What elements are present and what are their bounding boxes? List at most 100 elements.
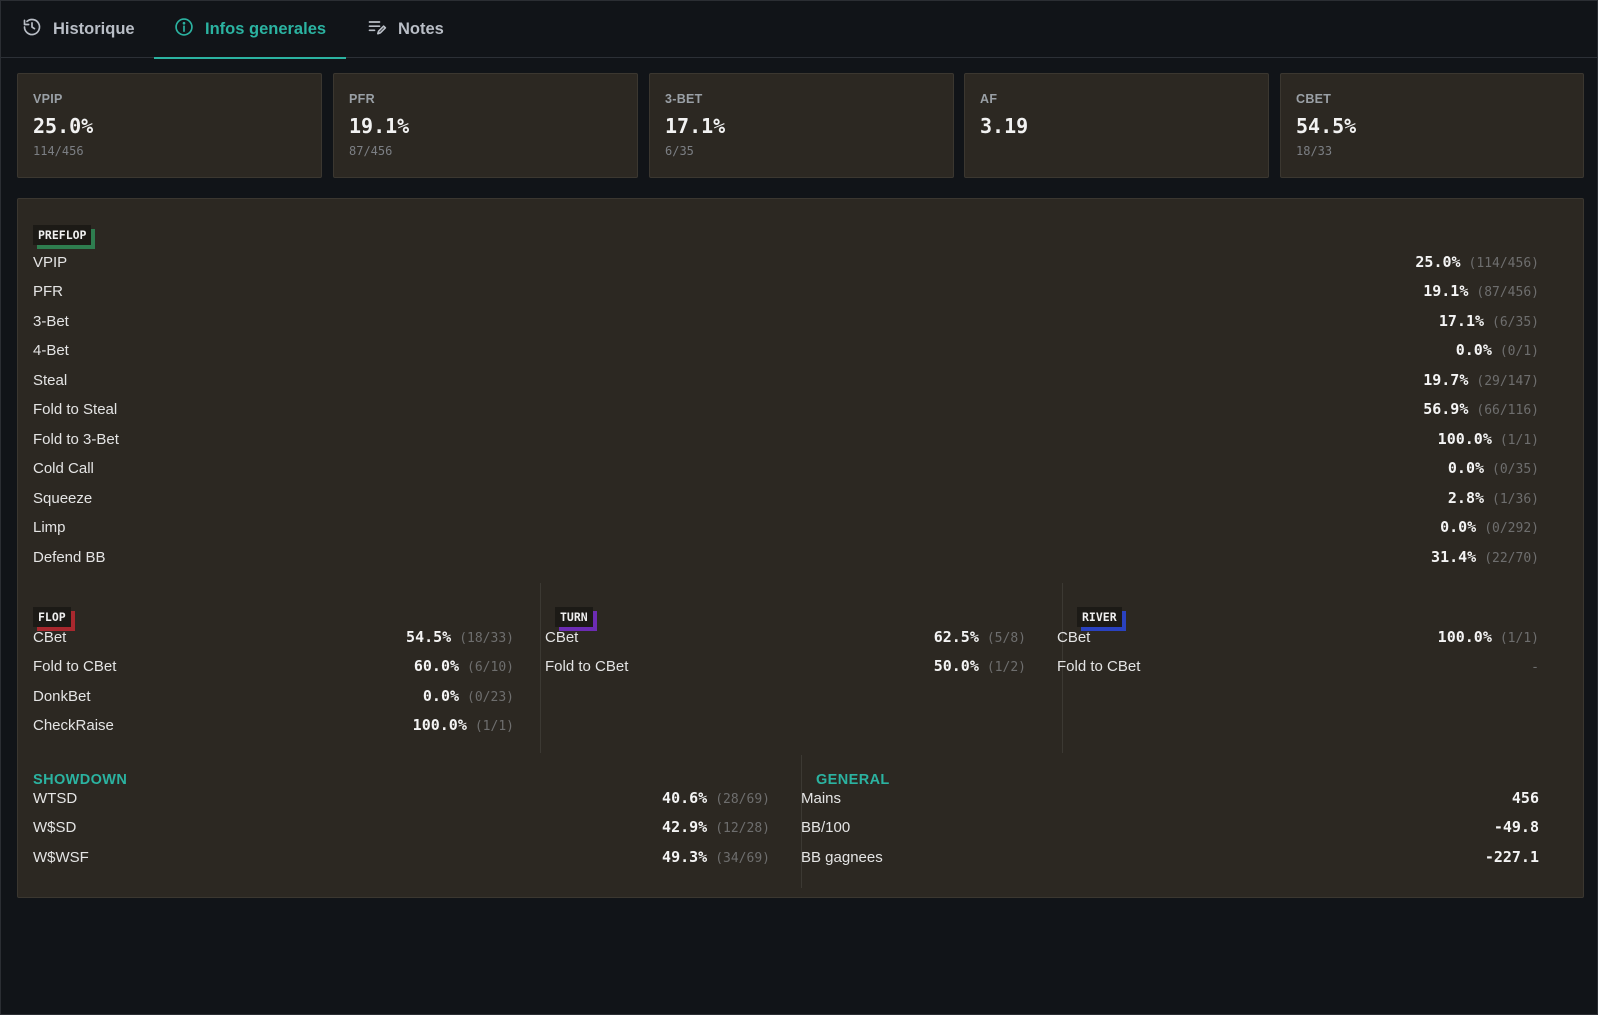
preflop-stat-row: Squeeze 2.8% (1/36): [33, 483, 1539, 513]
stat-value: 25.0%: [1415, 252, 1461, 271]
stat-value: 0.0%: [422, 686, 460, 705]
stat-fraction: (5/8): [986, 630, 1026, 646]
card-sub: 6/35: [665, 144, 694, 158]
preflop-stat-row: Fold to 3-Bet 100.0% (1/1): [33, 424, 1539, 454]
turn-stat-row: CBet 62.5% (5/8): [545, 622, 1026, 652]
stat-card-3bet: 3-BET 17.1% 6/35: [649, 73, 954, 178]
general-stat-row: BB gagnees -227.1: [801, 842, 1539, 872]
preflop-stat-row: PFR 19.1% (87/456): [33, 277, 1539, 307]
stat-card-af: AF 3.19: [964, 73, 1269, 178]
stat-value-group: 19.1% (87/456): [1423, 282, 1539, 301]
tab-notes[interactable]: Notes: [367, 1, 444, 58]
preflop-stat-row: Limp 0.0% (0/292): [33, 513, 1539, 543]
stat-value-group: 31.4% (22/70): [1431, 548, 1539, 567]
stat-fraction: (66/116): [1476, 403, 1539, 418]
card-sub: 87/456: [349, 144, 393, 158]
stat-fraction: (1/1): [1499, 630, 1539, 646]
flop-stat-row: CheckRaise 100.0% (1/1): [33, 711, 514, 741]
stat-value-group: -227.1: [1485, 848, 1539, 867]
stat-value: 31.4%: [1431, 547, 1477, 566]
stat-value: 100.0%: [412, 716, 467, 734]
tab-label: Historique: [53, 20, 135, 38]
stat-value: 17.1%: [1438, 311, 1485, 330]
stat-value: 0.0%: [1440, 518, 1477, 536]
tab-bar: Historique Infos generales Notes: [1, 1, 1598, 59]
turn-stat-row: Fold to CBet 50.0% (1/2): [545, 652, 1026, 682]
stat-name: PFR: [33, 283, 63, 300]
general-stat-row: Mains 456: [801, 783, 1539, 813]
stat-value: -49.8: [1493, 818, 1539, 836]
river-stat-row: Fold to CBet -: [1057, 652, 1539, 682]
stat-value-group: 17.1% (6/35): [1439, 312, 1539, 331]
stat-card-cbet: CBET 54.5% 18/33: [1280, 73, 1584, 178]
stat-value-group: 100.0% (1/1): [1438, 628, 1539, 647]
stat-value-group: 40.6% (28/69): [662, 789, 770, 808]
preflop-stat-row: Defend BB 31.4% (22/70): [33, 542, 1539, 572]
stat-name: Cold Call: [33, 460, 94, 477]
stat-value-group: 25.0% (114/456): [1415, 253, 1539, 272]
stat-name: Fold to CBet: [545, 658, 629, 675]
stat-value: 42.9%: [662, 818, 708, 836]
card-value: 54.5%: [1296, 114, 1357, 138]
preflop-badge: PREFLOP: [33, 225, 92, 245]
stat-card-vpip: VPIP 25.0% 114/456: [17, 73, 322, 178]
tab-historique[interactable]: Historique: [22, 1, 135, 58]
flop-stat-row: CBet 54.5% (18/33): [33, 622, 514, 652]
preflop-stat-row: Cold Call 0.0% (0/35): [33, 454, 1539, 484]
card-value: 17.1%: [665, 114, 726, 138]
tab-infos-generales[interactable]: Infos generales: [154, 1, 347, 59]
stat-value-group: 54.5% (18/33): [406, 628, 514, 647]
notes-icon: [367, 17, 387, 42]
stat-fraction: (28/69): [715, 791, 770, 807]
stat-value-group: 0.0% (0/23): [423, 687, 514, 706]
stat-value: 60.0%: [413, 657, 460, 675]
stat-fraction: -: [1531, 660, 1539, 675]
preflop-stat-row: 3-Bet 17.1% (6/35): [33, 306, 1539, 336]
stat-value-group: 56.9% (66/116): [1423, 400, 1539, 419]
stat-name: Squeeze: [33, 489, 93, 507]
stat-fraction: (22/70): [1484, 550, 1539, 566]
preflop-stat-row: Steal 19.7% (29/147): [33, 365, 1539, 395]
preflop-stat-row: VPIP 25.0% (114/456): [33, 247, 1539, 277]
stat-name: BB gagnees: [801, 848, 883, 866]
card-label: VPIP: [33, 92, 63, 106]
stat-name: VPIP: [33, 253, 68, 271]
stat-name: CBet: [33, 628, 67, 646]
stat-value: 19.7%: [1423, 370, 1469, 389]
stat-value-group: -49.8: [1494, 818, 1539, 837]
flop-stat-row: DonkBet 0.0% (0/23): [33, 681, 514, 711]
stat-fraction: (12/28): [715, 821, 770, 836]
stat-name: Fold to CBet: [1057, 658, 1141, 675]
stat-name: W$SD: [33, 819, 77, 836]
stat-name: Fold to Steal: [33, 401, 118, 418]
stat-name: CBet: [545, 628, 579, 646]
stat-name: 4-Bet: [33, 342, 69, 359]
card-label: PFR: [349, 92, 375, 106]
stat-fraction: (0/292): [1484, 521, 1539, 536]
stat-name: Defend BB: [33, 548, 106, 566]
stat-name: DonkBet: [33, 687, 91, 705]
stat-value: 2.8%: [1447, 488, 1485, 507]
preflop-stat-row: Fold to Steal 56.9% (66/116): [33, 395, 1539, 425]
stat-value-group: 100.0% (1/1): [1438, 430, 1539, 449]
showdown-stat-row: W$WSF 49.3% (34/69): [33, 842, 770, 872]
stat-value-group: 19.7% (29/147): [1423, 371, 1539, 390]
stat-fraction: (114/456): [1468, 255, 1539, 271]
stat-value: 54.5%: [406, 627, 452, 646]
app-window: Historique Infos generales Notes VPIP 25…: [0, 0, 1598, 1015]
stat-value: 0.0%: [1455, 341, 1492, 359]
card-label: 3-BET: [665, 92, 703, 106]
stat-value-group: 60.0% (6/10): [414, 657, 514, 676]
stat-fraction: (1/1): [474, 719, 514, 734]
divider: [540, 583, 541, 753]
stat-value-group: 456: [1512, 789, 1539, 808]
stat-fraction: (0/1): [1499, 344, 1539, 359]
stat-name: Limp: [33, 519, 66, 536]
card-sub: 18/33: [1296, 144, 1333, 158]
stat-name: WTSD: [33, 789, 78, 807]
stat-fraction: (6/10): [467, 660, 514, 675]
stat-value-group: 0.0% (0/1): [1456, 341, 1539, 360]
stat-value: 100.0%: [1437, 429, 1492, 448]
stat-value: 62.5%: [933, 627, 979, 646]
stat-value-group: 49.3% (34/69): [662, 848, 770, 867]
